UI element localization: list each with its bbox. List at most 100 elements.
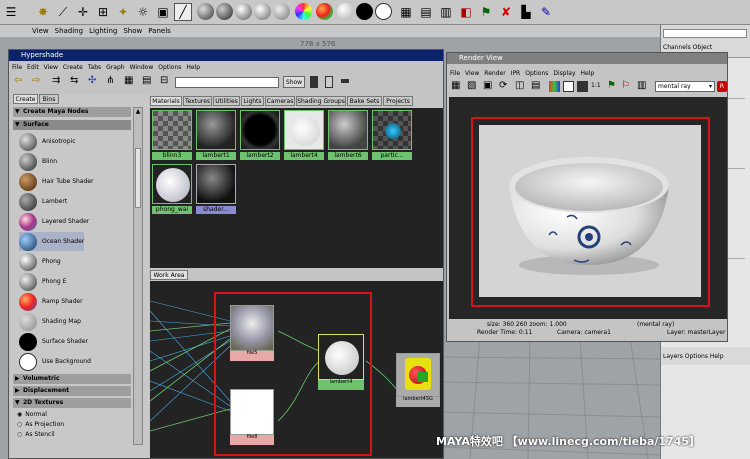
tab-cameras[interactable]: Cameras: [265, 96, 295, 106]
region-icon[interactable]: ◫: [515, 80, 524, 91]
blinn-sphere-icon[interactable]: [197, 3, 214, 20]
hs-menu-graph[interactable]: Graph: [106, 64, 124, 71]
viewport-menu-view[interactable]: View: [32, 27, 49, 35]
graph-network-icon[interactable]: ✣: [88, 75, 96, 86]
snapshot-icon[interactable]: ▣: [483, 80, 492, 91]
layers-menu[interactable]: Layers Options Help: [663, 353, 724, 360]
material-swatch[interactable]: [328, 110, 368, 150]
surface-sphere-icon[interactable]: [337, 3, 354, 20]
node-blinn[interactable]: Blinn: [19, 152, 57, 171]
rv-menu-render[interactable]: Render: [484, 70, 505, 77]
node-file5-swatch[interactable]: [230, 305, 274, 351]
scroll-thumb[interactable]: [135, 148, 141, 208]
render-view-icon[interactable]: ▦: [397, 3, 415, 21]
node-phong-e[interactable]: Phong E: [19, 272, 66, 291]
hypershade-icon[interactable]: ╱: [174, 3, 192, 21]
remove-image-icon[interactable]: ⚐: [621, 80, 630, 91]
render-globals-icon[interactable]: R: [717, 81, 727, 92]
white-sphere-icon[interactable]: [375, 3, 392, 20]
hs-menu-view[interactable]: View: [44, 64, 58, 71]
material-swatch[interactable]: [284, 110, 324, 150]
node-surface-shader[interactable]: Surface Shader: [19, 332, 88, 351]
viewport-menu-lighting[interactable]: Lighting: [89, 27, 117, 35]
node-use-background[interactable]: Use Background: [19, 352, 91, 371]
forward-arrow-icon[interactable]: ⇨: [32, 75, 40, 86]
cancel-render-icon[interactable]: ✘: [497, 3, 515, 21]
channel-box-field[interactable]: [663, 29, 747, 38]
node-phong[interactable]: Phong: [19, 252, 61, 271]
render-settings-icon[interactable]: ▥: [637, 80, 646, 91]
material-swatch[interactable]: [152, 110, 192, 150]
rv-menu-view[interactable]: View: [465, 70, 479, 77]
render-globals-icon[interactable]: ◧: [457, 3, 475, 21]
paint-effects-icon[interactable]: ✎: [537, 3, 555, 21]
node-hair-tube-shader[interactable]: Hair Tube Shader: [19, 172, 93, 191]
node-anisotropic[interactable]: Anisotropic: [19, 132, 76, 151]
phonge-sphere-icon[interactable]: [254, 3, 271, 20]
volumetric-header[interactable]: ▶ Volumetric: [13, 374, 131, 384]
tab-textures[interactable]: Textures: [183, 96, 212, 106]
viewport-menu-panels[interactable]: Panels: [148, 27, 171, 35]
rv-menu-options[interactable]: Options: [525, 70, 548, 77]
ipr-icon[interactable]: ▥: [437, 3, 455, 21]
surface-header[interactable]: ▼ Surface: [13, 120, 131, 130]
redo-render-icon[interactable]: ▦: [451, 80, 460, 91]
hs-menu-options[interactable]: Options: [158, 64, 181, 71]
node-lambert4sg-swatch[interactable]: [396, 353, 440, 397]
lambert-sphere-icon[interactable]: [216, 3, 233, 20]
renderer-dropdown[interactable]: mental ray ▾: [655, 81, 715, 92]
hs-menu-tabs[interactable]: Tabs: [88, 64, 101, 71]
viewport-menu-show[interactable]: Show: [123, 27, 142, 35]
sort-icon[interactable]: ⊟: [160, 75, 168, 86]
create-maya-nodes-header[interactable]: ▼ Create Maya Nodes: [13, 107, 131, 117]
ratio-button[interactable]: 1:1: [591, 82, 601, 89]
tab-utilities[interactable]: Utilities: [213, 96, 240, 106]
node-ramp-shader[interactable]: Ramp Shader: [19, 292, 83, 311]
ipr-render-icon[interactable]: ▧: [467, 80, 476, 91]
hs-menu-help[interactable]: Help: [186, 64, 200, 71]
tab-work-area[interactable]: Work Area: [150, 270, 188, 280]
hypershade-titlebar[interactable]: Hypershade: [9, 50, 443, 61]
rv-menu-help[interactable]: Help: [581, 70, 595, 77]
hs-menu-edit[interactable]: Edit: [27, 64, 39, 71]
rv-menu-display[interactable]: Display: [553, 70, 575, 77]
black-sphere-icon[interactable]: [356, 3, 373, 20]
create-panel-scrollbar[interactable]: ▲: [133, 107, 143, 445]
spot-light-icon[interactable]: ⟋: [54, 3, 72, 21]
scroll-up-icon[interactable]: ▲: [134, 108, 142, 120]
phong-sphere-icon[interactable]: [235, 3, 252, 20]
tab-shading-groups[interactable]: Shading Groups: [296, 96, 346, 106]
tab-bins[interactable]: Bins: [39, 94, 59, 104]
channels-menu[interactable]: Channels Object: [663, 44, 712, 51]
node-lambert4-swatch[interactable]: [318, 334, 364, 380]
camera-icon[interactable]: ▣: [154, 3, 172, 21]
layout-top-icon[interactable]: [310, 76, 318, 88]
material-swatch[interactable]: [152, 164, 192, 204]
tab-materials[interactable]: Materials: [150, 96, 182, 106]
node-lambert[interactable]: Lambert: [19, 192, 67, 211]
keep-image-icon[interactable]: ⚑: [607, 80, 616, 91]
node-layered-shader[interactable]: Layered Shader: [19, 212, 89, 231]
depth-channel-icon[interactable]: [577, 81, 588, 92]
volume-light-icon[interactable]: ✦: [114, 3, 132, 21]
show-batch-icon[interactable]: ▙: [517, 3, 535, 21]
tab-lights[interactable]: Lights: [241, 96, 264, 106]
show-button[interactable]: Show: [283, 76, 305, 88]
rgb-channel-icon[interactable]: [549, 81, 560, 92]
tab-projects[interactable]: Projects: [383, 96, 413, 106]
area-light-icon[interactable]: ⊞: [94, 3, 112, 21]
material-swatch[interactable]: [240, 110, 280, 150]
layout-single-icon[interactable]: [341, 79, 349, 83]
render-image-area[interactable]: [449, 97, 727, 319]
layout-bottom-icon[interactable]: [325, 76, 333, 88]
point-light-icon[interactable]: ✛: [74, 3, 92, 21]
layered-sphere-icon[interactable]: [295, 3, 312, 20]
rearrange-icon[interactable]: ⋔: [106, 75, 114, 86]
sun-light-icon[interactable]: ✸: [34, 3, 52, 21]
material-swatch[interactable]: [196, 110, 236, 150]
batch-render-icon[interactable]: ⚑: [477, 3, 495, 21]
refresh-icon[interactable]: ⟳: [499, 80, 507, 91]
table-icon[interactable]: ▤: [142, 75, 151, 86]
node-file8-swatch[interactable]: [230, 389, 274, 435]
back-arrow-icon[interactable]: ⇦: [14, 75, 22, 86]
